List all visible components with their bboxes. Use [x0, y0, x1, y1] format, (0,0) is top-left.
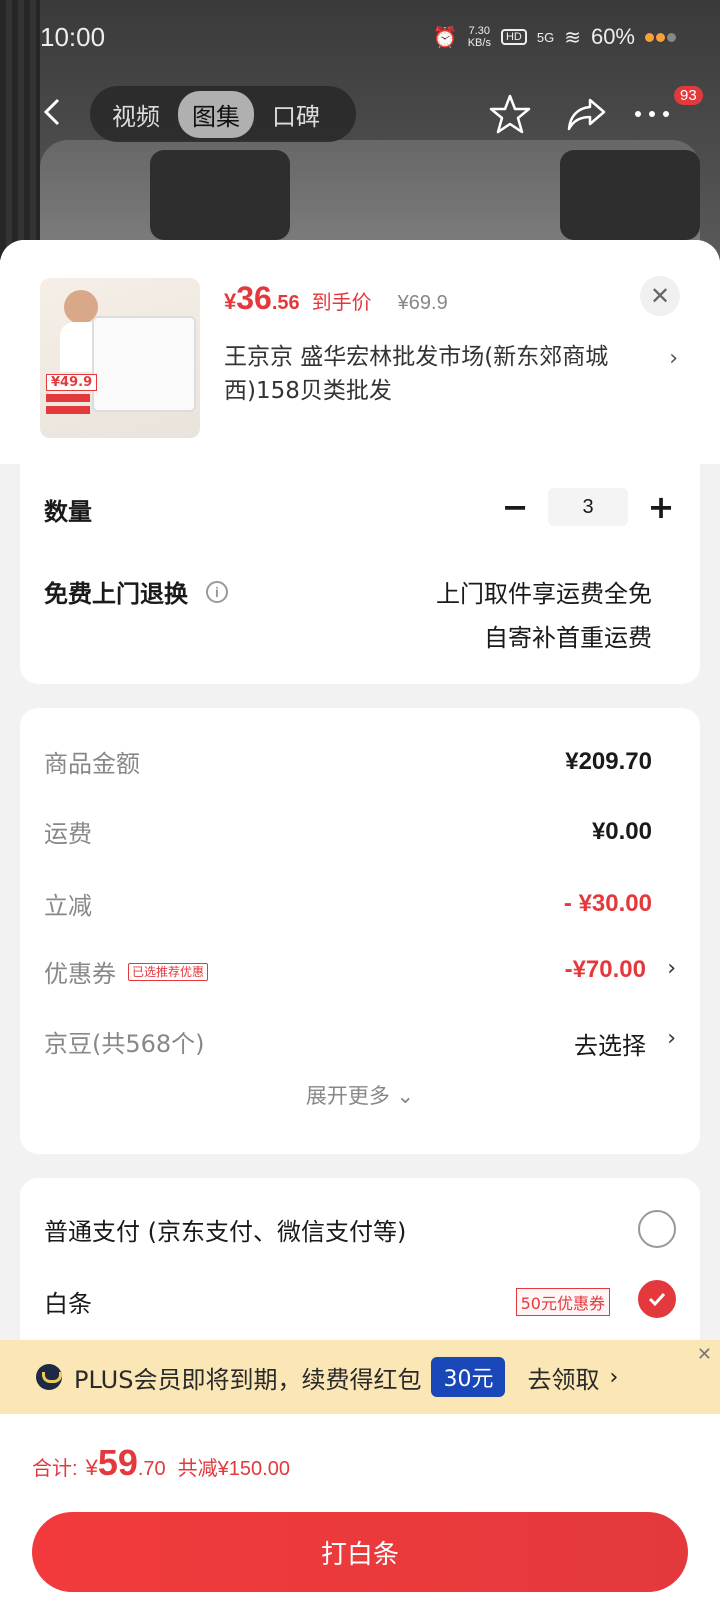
final-price-decimal: .56: [271, 292, 300, 314]
status-icons: ⏰ 7.30 KB/s HD 5G ≋ 60%: [433, 24, 676, 50]
chevron-right-icon[interactable]: ›: [667, 956, 676, 981]
final-price-label: 到手价: [311, 290, 372, 314]
thumbnail-promo-bar: [46, 394, 90, 402]
jingdou-label: 京豆(共568个): [44, 1030, 205, 1058]
return-line-2: 自寄补首重运费: [484, 624, 652, 652]
pay-baitiao-button[interactable]: 打白条: [32, 1512, 688, 1592]
total-integer: 59: [97, 1442, 138, 1483]
plus-crown-icon: [36, 1364, 62, 1390]
top-nav: 视频 图集 口碑 93: [0, 86, 720, 142]
price-row: ¥36.56 到手价 ¥69.9: [224, 280, 448, 317]
close-icon[interactable]: ✕: [697, 1344, 712, 1365]
discount-value: - ¥30.00: [563, 890, 652, 917]
net-speed-value: 7.30: [468, 25, 491, 37]
expand-more-button[interactable]: 展开更多 ⌄: [20, 1080, 700, 1110]
order-total: 合计: ¥ 59 .70 共减¥150.00: [32, 1442, 290, 1484]
increase-button[interactable]: +: [646, 488, 676, 526]
shipping-row: 运费: [44, 814, 676, 849]
product-thumbnail: ¥49.9: [40, 278, 200, 438]
net-speed: 7.30 KB/s: [468, 25, 491, 49]
total-currency: ¥: [85, 1455, 98, 1480]
info-icon[interactable]: i: [206, 580, 228, 603]
chevron-right-icon[interactable]: ›: [669, 346, 678, 371]
status-bar: 10:00 ⏰ 7.30 KB/s HD 5G ≋ 60%: [0, 0, 720, 74]
plus-banner[interactable]: PLUS会员即将到期，续费得红包 30元 去领取 › ✕: [0, 1340, 720, 1414]
status-time: 10:00: [40, 22, 106, 52]
thumbnail-price-value: 49.9: [60, 375, 93, 390]
goods-amount-label: 商品金额: [44, 750, 140, 778]
goods-amount-value: ¥209.70: [565, 748, 652, 775]
chevron-right-icon[interactable]: ›: [609, 1365, 618, 1390]
checkout-bar: 合计: ¥ 59 .70 共减¥150.00 打白条: [0, 1414, 720, 1600]
plus-banner-text: PLUS会员即将到期，续费得红包: [74, 1365, 422, 1394]
checkmark-icon: [648, 1292, 666, 1307]
final-price: ¥36.56: [224, 280, 300, 317]
return-line-1: 上门取件享运费全免: [436, 580, 652, 608]
quantity-stepper: − 3 +: [500, 488, 676, 526]
return-label: 免费上门退换: [44, 580, 188, 608]
close-icon: ✕: [649, 282, 671, 310]
coupon-value[interactable]: -¥70.00: [565, 956, 646, 984]
hd-icon: HD: [500, 29, 527, 45]
normal-pay-radio[interactable]: [638, 1210, 676, 1248]
final-price-integer: 36: [236, 280, 272, 316]
shipping-label: 运费: [44, 820, 92, 848]
payment-card: 普通支付 (京东支付、微信支付等) 白条 50元优惠券: [20, 1178, 700, 1358]
price-summary-card: 商品金额 ¥209.70 运费 ¥0.00 立减 - ¥30.00 优惠券 已选…: [20, 708, 700, 1154]
coupon-label: 优惠券: [44, 960, 116, 988]
baitiao-radio[interactable]: [638, 1280, 676, 1318]
thumbnail-price-tag: ¥49.9: [46, 374, 98, 391]
recommended-coupon-tag: 已选推荐优惠: [128, 962, 209, 981]
close-button[interactable]: ✕: [640, 276, 680, 316]
alarm-icon: ⏰: [432, 26, 458, 49]
quantity-input[interactable]: 3: [548, 488, 628, 526]
jingdou-select[interactable]: 去选择: [574, 1026, 646, 1061]
chevron-right-icon[interactable]: ›: [667, 1026, 676, 1051]
baitiao-label: 白条: [44, 1290, 92, 1318]
notification-badge: 93: [674, 86, 703, 105]
product-header: ¥49.9 ¥36.56 到手价 ¥69.9 ✕ 王京京 盛华宏林批发市场(新东…: [0, 240, 720, 464]
net-speed-unit: KB/s: [467, 37, 491, 49]
options-card: 数量 − 3 + 免费上门退换 i 上门取件享运费全免 自寄补首重运费: [20, 464, 700, 684]
share-icon[interactable]: [564, 92, 608, 136]
wifi-icon: ≋: [564, 26, 581, 49]
pillow-shape: [560, 150, 700, 240]
tab-video[interactable]: 视频: [98, 91, 174, 138]
tab-gallery[interactable]: 图集: [178, 90, 254, 138]
battery-text: 60%: [590, 24, 635, 49]
quantity-label: 数量: [44, 498, 92, 526]
shipping-value: ¥0.00: [591, 818, 652, 845]
total-label: 合计:: [32, 1458, 78, 1480]
plus-claim-link[interactable]: 去领取: [527, 1360, 599, 1395]
pillow-shape: [150, 150, 290, 240]
signal-icon: 5G: [536, 29, 555, 45]
more-icon[interactable]: [630, 92, 674, 136]
back-arrow-icon[interactable]: [36, 94, 72, 130]
plus-amount-badge: 30元: [431, 1357, 506, 1397]
media-tabs: 视频 图集 口碑: [90, 86, 356, 142]
decrease-button[interactable]: −: [500, 488, 530, 526]
battery-dots-icon: [645, 32, 676, 42]
discount-label: 立减: [44, 892, 92, 920]
shop-name[interactable]: 王京京 盛华宏林批发市场(新东郊商城西)158贝类批发: [224, 340, 644, 408]
normal-pay-row[interactable]: 普通支付 (京东支付、微信支付等): [44, 1212, 676, 1247]
star-icon[interactable]: [488, 92, 532, 136]
total-decimal: .70: [137, 1458, 166, 1480]
thumbnail-promo-bar: [46, 406, 90, 414]
baitiao-coupon-tag: 50元优惠券: [515, 1288, 610, 1316]
tab-reviews[interactable]: 口碑: [258, 91, 334, 138]
final-price-currency: ¥: [224, 289, 237, 314]
normal-pay-label: 普通支付 (京东支付、微信支付等): [44, 1218, 407, 1246]
return-description: 上门取件享运费全免 自寄补首重运费: [436, 572, 652, 660]
thumbnail-storage-box: [92, 316, 196, 412]
total-savings: 共减¥150.00: [177, 1458, 290, 1480]
original-price: ¥69.9: [397, 292, 448, 314]
